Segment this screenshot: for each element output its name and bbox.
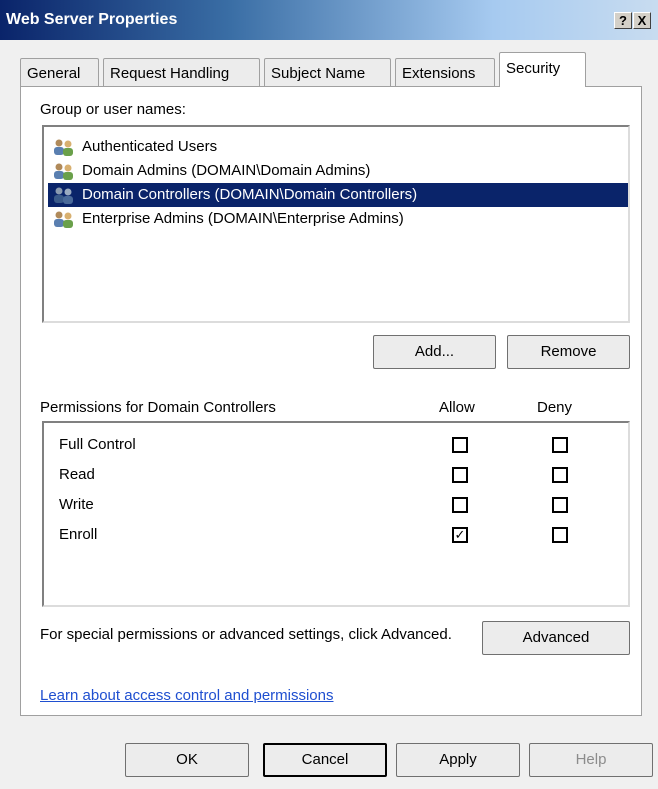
permission-row: Enroll ✓ bbox=[59, 521, 629, 551]
tab-subject-name[interactable]: Subject Name bbox=[264, 58, 391, 86]
user-group-icon bbox=[54, 163, 73, 180]
permission-row: Write bbox=[59, 491, 629, 521]
permission-row: Read bbox=[59, 461, 629, 491]
permission-name: Read bbox=[59, 466, 95, 483]
deny-header: Deny bbox=[537, 399, 573, 416]
advanced-button[interactable]: Advanced bbox=[482, 621, 630, 655]
close-icon[interactable]: X bbox=[633, 12, 651, 29]
permission-name: Write bbox=[59, 496, 94, 513]
add-button[interactable]: Add... bbox=[373, 335, 496, 369]
deny-checkbox[interactable] bbox=[552, 467, 568, 483]
title-bar: Web Server Properties ? X bbox=[0, 0, 658, 40]
user-group-icon bbox=[54, 139, 73, 156]
allow-header: Allow bbox=[439, 399, 475, 416]
help-button[interactable]: Help bbox=[529, 743, 653, 777]
list-item[interactable]: Enterprise Admins (DOMAIN\Enterprise Adm… bbox=[48, 207, 628, 231]
permission-row: Full Control bbox=[59, 431, 629, 461]
user-group-icon bbox=[54, 187, 73, 204]
ok-button[interactable]: OK bbox=[125, 743, 249, 777]
allow-checkbox[interactable] bbox=[452, 497, 468, 513]
security-tab-panel: Group or user names: Authenticated Users… bbox=[20, 86, 642, 716]
deny-checkbox[interactable] bbox=[552, 527, 568, 543]
cancel-button[interactable]: Cancel bbox=[263, 743, 387, 777]
tab-extensions[interactable]: Extensions bbox=[395, 58, 495, 86]
list-item-selected[interactable]: Domain Controllers (DOMAIN\Domain Contro… bbox=[48, 183, 628, 207]
tab-request-handling[interactable]: Request Handling bbox=[103, 58, 260, 86]
tab-general[interactable]: General bbox=[20, 58, 99, 86]
window-title: Web Server Properties bbox=[6, 11, 178, 28]
list-item-label: Enterprise Admins (DOMAIN\Enterprise Adm… bbox=[82, 210, 404, 227]
group-list-label: Group or user names: bbox=[40, 101, 186, 118]
learn-more-link[interactable]: Learn about access control and permissio… bbox=[40, 687, 334, 704]
deny-checkbox[interactable] bbox=[552, 437, 568, 453]
list-item-label: Domain Admins (DOMAIN\Domain Admins) bbox=[82, 162, 371, 179]
apply-button[interactable]: Apply bbox=[396, 743, 520, 777]
help-icon[interactable]: ? bbox=[614, 12, 632, 29]
list-item-label: Domain Controllers (DOMAIN\Domain Contro… bbox=[82, 186, 418, 203]
allow-checkbox[interactable] bbox=[452, 467, 468, 483]
tab-security[interactable]: Security bbox=[499, 52, 586, 87]
list-item-label: Authenticated Users bbox=[82, 138, 218, 155]
permissions-header: Permissions for Domain Controllers bbox=[40, 399, 276, 416]
permissions-list: Full Control Read Write Enroll ✓ bbox=[42, 421, 630, 607]
group-list[interactable]: Authenticated Users Domain Admins (DOMAI… bbox=[42, 125, 630, 323]
list-item[interactable]: Authenticated Users bbox=[48, 135, 628, 159]
list-item[interactable]: Domain Admins (DOMAIN\Domain Admins) bbox=[48, 159, 628, 183]
permission-name: Full Control bbox=[59, 436, 136, 453]
allow-checkbox-checked[interactable]: ✓ bbox=[452, 527, 468, 543]
remove-button[interactable]: Remove bbox=[507, 335, 630, 369]
allow-checkbox[interactable] bbox=[452, 437, 468, 453]
permission-name: Enroll bbox=[59, 526, 98, 543]
user-group-icon bbox=[54, 211, 73, 228]
advanced-hint: For special permissions or advanced sett… bbox=[40, 626, 452, 643]
deny-checkbox[interactable] bbox=[552, 497, 568, 513]
